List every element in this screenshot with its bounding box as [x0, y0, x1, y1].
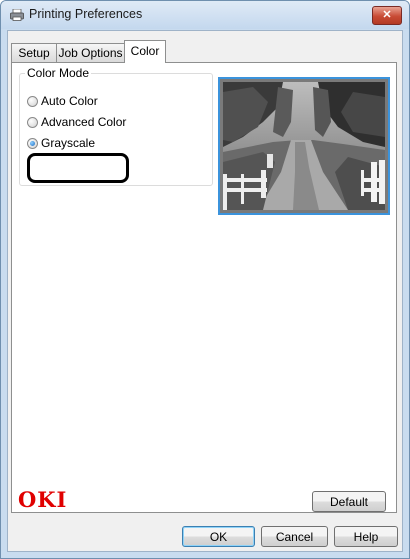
close-icon: ✕	[382, 9, 392, 21]
dialog-client-area: Setup Job Options Color Color Mode Auto …	[7, 30, 403, 552]
tab-setup[interactable]: Setup	[11, 43, 57, 62]
group-title: Color Mode	[25, 66, 92, 80]
radio-label: Auto Color	[41, 94, 98, 108]
window-title: Printing Preferences	[29, 7, 143, 21]
oki-logo: OKI	[18, 487, 68, 512]
radio-auto-color[interactable]: Auto Color	[27, 93, 98, 109]
close-button[interactable]: ✕	[372, 6, 402, 25]
printing-preferences-window: Printing Preferences ✕ Setup Job Options…	[0, 0, 410, 559]
title-bar[interactable]: Printing Preferences ✕	[1, 1, 409, 29]
radio-button-selected[interactable]	[27, 138, 38, 149]
grayscale-highlight-callout	[27, 153, 129, 183]
color-tab-panel: Color Mode Auto Color Advanced Color Gra…	[11, 62, 397, 513]
tab-color[interactable]: Color	[124, 40, 166, 63]
ok-button[interactable]: OK	[182, 526, 255, 547]
radio-advanced-color[interactable]: Advanced Color	[27, 114, 126, 130]
printer-icon	[10, 9, 24, 21]
cancel-button[interactable]: Cancel	[261, 526, 328, 547]
radio-button[interactable]	[27, 96, 38, 107]
preview-frame	[218, 77, 390, 215]
help-button[interactable]: Help	[334, 526, 398, 547]
radio-button[interactable]	[27, 117, 38, 128]
radio-label: Grayscale	[41, 136, 96, 150]
tab-job-options[interactable]: Job Options	[56, 43, 125, 62]
default-button[interactable]: Default	[312, 491, 386, 512]
radio-grayscale[interactable]: Grayscale	[27, 135, 95, 151]
grayscale-preview-image	[223, 82, 385, 210]
radio-label: Advanced Color	[41, 115, 127, 129]
